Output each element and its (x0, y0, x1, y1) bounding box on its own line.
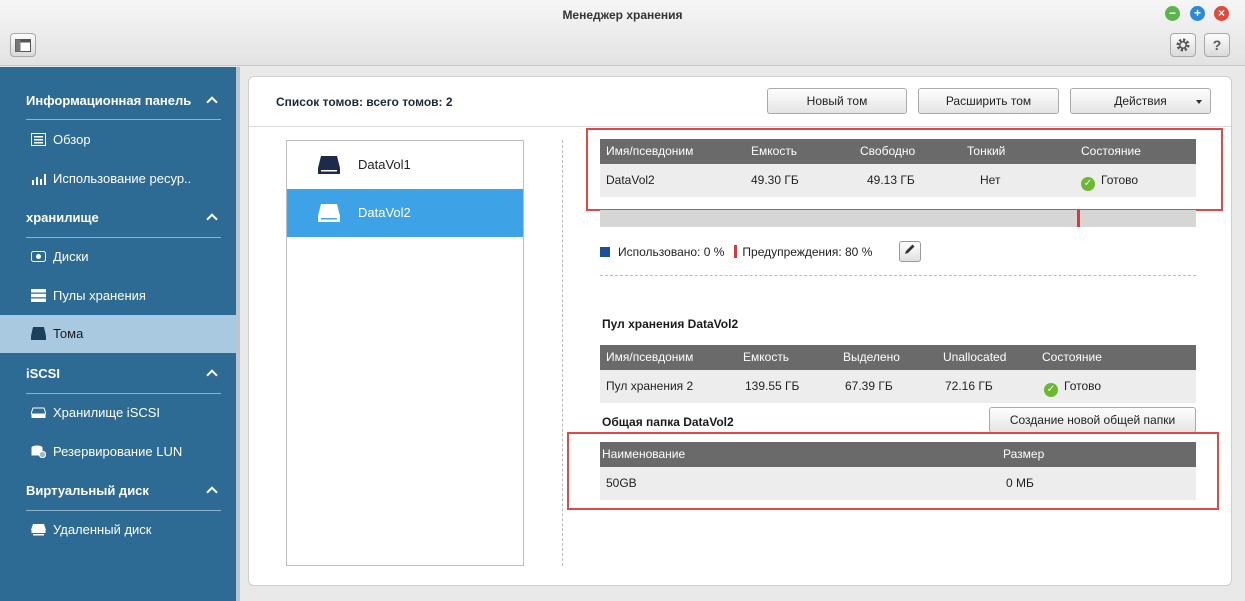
highlight-box (567, 432, 1219, 510)
remote-disk-icon (31, 524, 46, 536)
volume-icon (318, 204, 340, 222)
volume-label: DataVol1 (358, 157, 411, 172)
horizontal-separator (600, 275, 1196, 276)
highlight-box (586, 128, 1223, 211)
chevron-up-icon (208, 474, 216, 510)
volume-label: DataVol2 (358, 205, 411, 220)
col-capacity: Емкость (743, 350, 790, 364)
status-text: Готово (1064, 379, 1102, 393)
section-title: Виртуальный диск (26, 483, 149, 498)
chevron-up-icon (208, 201, 216, 237)
section-virtual-disk[interactable]: Виртуальный диск (0, 474, 236, 508)
expand-volume-button[interactable]: Расширить том (918, 88, 1059, 114)
create-share-button[interactable]: Создание новой общей папки (989, 407, 1196, 433)
settings-button[interactable] (1170, 33, 1196, 57)
section-title: хранилище (26, 210, 99, 225)
section-storage[interactable]: хранилище (0, 201, 236, 235)
sidebar-item-iscsi-storage[interactable]: Хранилище iSCSI (0, 394, 236, 432)
sidebar-item-label: Диски (53, 249, 89, 264)
close-button[interactable]: × (1214, 6, 1229, 21)
vertical-separator (562, 140, 563, 566)
cell-status: ✓ Готово (1044, 370, 1101, 403)
section-iscsi[interactable]: iSCSI (0, 357, 236, 391)
sidebar-item-remote-disk[interactable]: Удаленный диск (0, 511, 236, 549)
cell-allocated: 67.39 ГБ (845, 379, 893, 393)
sidebar-item-lun-backup[interactable]: Резервирование LUN (0, 433, 236, 471)
gear-icon (1176, 38, 1190, 52)
sidebar-item-label: Использование ресур.. (53, 171, 192, 186)
caret-down-icon (1196, 100, 1202, 104)
usage-legend: Использовано: 0 % Предупреждения: 80 % (600, 245, 872, 265)
sidebar-item-volumes[interactable]: Тома (0, 315, 236, 353)
volume-item-datavol2[interactable]: DataVol2 (287, 189, 523, 237)
minimize-button[interactable]: − (1165, 6, 1180, 21)
share-title: Общая папка DataVol2 (602, 415, 734, 429)
volume-item-datavol1[interactable]: DataVol1 (287, 141, 523, 189)
warning-label: Предупреждения: 80 % (742, 245, 873, 259)
new-volume-button[interactable]: Новый том (767, 88, 907, 114)
sidebar-item-label: Тома (53, 326, 84, 341)
toggle-sidebar-button[interactable] (10, 33, 36, 57)
chevron-up-icon (208, 84, 216, 120)
sidebar-item-label: Резервирование LUN (53, 444, 183, 459)
cell-name: Пул хранения 2 (606, 379, 694, 393)
col-status: Состояние (1042, 350, 1102, 364)
volume-list-title: Список томов: всего томов: 2 (276, 95, 453, 109)
pencil-icon (905, 244, 915, 254)
window-title: Менеджер хранения (562, 8, 683, 22)
lun-backup-icon (31, 445, 46, 458)
col-unallocated: Unallocated (943, 350, 1007, 364)
table-row[interactable]: Пул хранения 2 139.55 ГБ 67.39 ГБ 72.16 … (600, 370, 1196, 403)
cell-capacity: 139.55 ГБ (745, 379, 800, 393)
used-label: Использовано: 0 % (618, 245, 725, 259)
sidebar-item-label: Хранилище iSCSI (53, 405, 161, 420)
warning-threshold-marker (1076, 210, 1080, 227)
cell-unallocated: 72.16 ГБ (945, 379, 993, 393)
sidebar: Информационная панель Обзор Использовани… (0, 67, 236, 601)
sidebar-item-resource-usage[interactable]: Использование ресур.. (0, 160, 236, 198)
used-swatch (600, 247, 610, 257)
title-bar: Менеджер хранения − + × ? (0, 0, 1245, 66)
chevron-up-icon (208, 357, 216, 393)
sidebar-item-label: Пулы хранения (53, 288, 146, 303)
overview-icon (31, 133, 46, 146)
volume-icon (31, 327, 46, 340)
check-icon: ✓ (1044, 383, 1058, 397)
pool-title: Пул хранения DataVol2 (602, 317, 739, 331)
table-header: Имя/псевдоним Емкость Выделено Unallocat… (600, 345, 1196, 370)
usage-bar (600, 210, 1196, 227)
chart-icon (32, 174, 46, 185)
sidebar-item-disks[interactable]: Диски (0, 238, 236, 276)
edit-threshold-button[interactable] (899, 241, 921, 262)
volume-icon (318, 156, 340, 174)
volume-list: DataVol1 DataVol2 (286, 140, 524, 566)
sidebar-item-label: Обзор (53, 132, 91, 147)
iscsi-storage-icon (31, 407, 46, 418)
actions-label: Действия (1114, 94, 1167, 108)
disk-icon (31, 251, 46, 262)
panel-header: Список томов: всего томов: 2 Новый том Р… (249, 77, 1231, 127)
divider (26, 119, 221, 120)
maximize-button[interactable]: + (1190, 6, 1205, 21)
pool-table: Имя/псевдоним Емкость Выделено Unallocat… (600, 345, 1196, 403)
pool-icon (31, 289, 46, 302)
col-name: Имя/псевдоним (606, 350, 694, 364)
sidebar-edge (236, 67, 240, 601)
warning-swatch (734, 245, 738, 258)
help-button[interactable]: ? (1204, 33, 1230, 57)
section-dashboard[interactable]: Информационная панель (0, 84, 236, 118)
section-title: Информационная панель (26, 93, 192, 108)
section-title: iSCSI (26, 366, 60, 381)
sidebar-item-storage-pools[interactable]: Пулы хранения (0, 277, 236, 315)
main-panel: Список томов: всего томов: 2 Новый том Р… (248, 76, 1232, 586)
sidebar-item-overview[interactable]: Обзор (0, 121, 236, 159)
actions-dropdown[interactable]: Действия (1070, 88, 1211, 114)
col-allocated: Выделено (843, 350, 900, 364)
sidebar-item-label: Удаленный диск (53, 522, 152, 537)
layout-icon (15, 38, 31, 52)
